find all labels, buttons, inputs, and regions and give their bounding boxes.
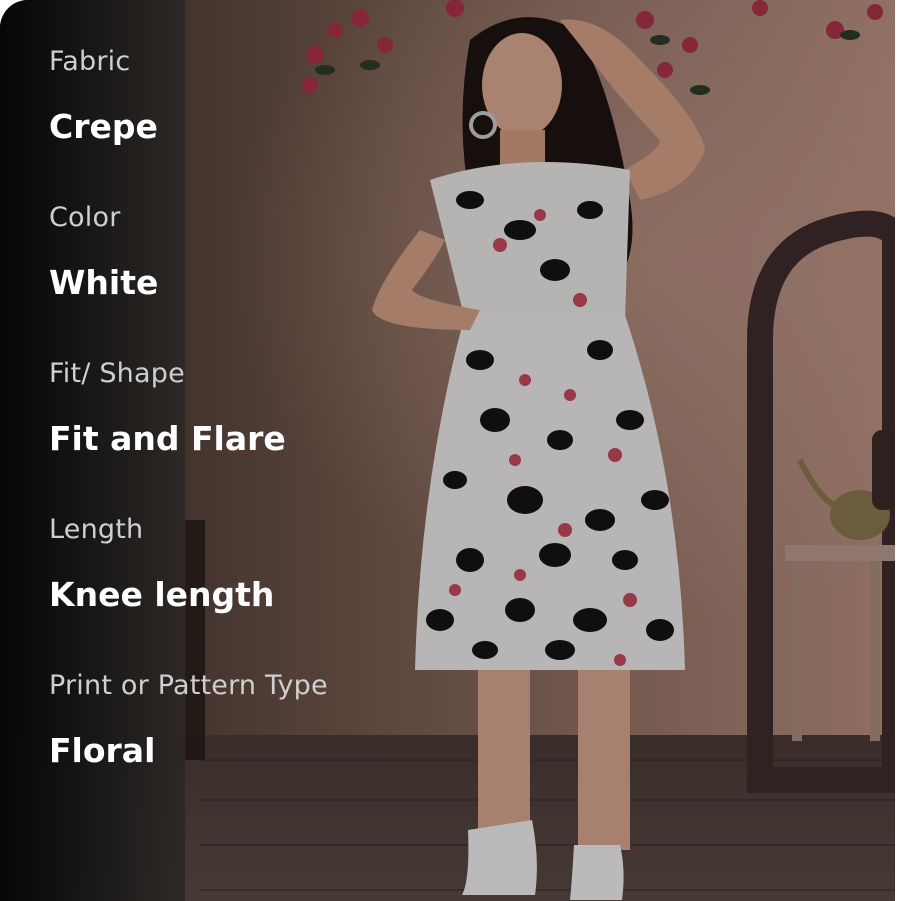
product-image-viewer[interactable]: Fabric Crepe Color White Fit/ Shape Fit …	[0, 0, 895, 901]
attribute-label: Fit/ Shape	[49, 358, 185, 389]
attribute-value: Floral	[49, 731, 156, 770]
attribute-label: Fabric	[49, 46, 131, 77]
attribute-fabric: Fabric Crepe	[49, 45, 328, 149]
attribute-value: White	[49, 263, 159, 302]
attribute-value: Crepe	[49, 107, 158, 146]
attribute-color: Color White	[49, 201, 328, 305]
attribute-value: Knee length	[49, 575, 275, 614]
attribute-fit-shape: Fit/ Shape Fit and Flare	[49, 357, 328, 461]
attribute-label: Print or Pattern Type	[49, 670, 328, 701]
attribute-value: Fit and Flare	[49, 419, 286, 458]
attribute-length: Length Knee length	[49, 513, 328, 617]
attribute-label: Color	[49, 202, 121, 233]
attribute-label: Length	[49, 514, 144, 545]
product-attributes-list: Fabric Crepe Color White Fit/ Shape Fit …	[49, 45, 328, 773]
attribute-print-pattern: Print or Pattern Type Floral	[49, 669, 328, 773]
right-edge	[895, 0, 907, 901]
